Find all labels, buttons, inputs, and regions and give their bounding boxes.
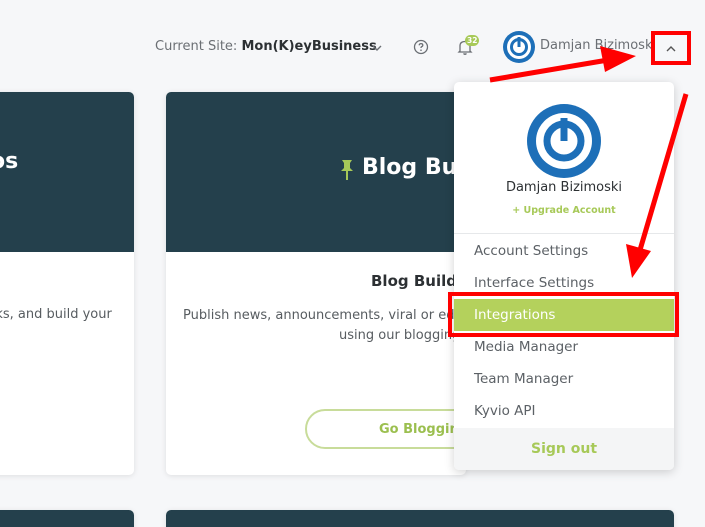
app-card-bottom-mid — [166, 510, 674, 527]
menu-item-account-settings[interactable]: Account Settings — [454, 235, 674, 267]
card-header: Blog Builder — [166, 92, 466, 252]
app-card-left: os rks, and build your — [0, 92, 134, 475]
app-card-bottom-left — [0, 510, 134, 527]
menu-item-team-manager[interactable]: Team Manager — [454, 363, 674, 395]
menu-item-kyvio-api[interactable]: Kyvio API — [454, 395, 674, 427]
go-blogging-button[interactable]: Go Blogging — [305, 409, 466, 449]
user-menu-toggle-button[interactable] — [651, 31, 691, 65]
card-header: os — [0, 92, 134, 252]
help-icon[interactable] — [413, 39, 429, 55]
user-name[interactable]: Damjan Bizimoski — [540, 38, 655, 53]
card-subtitle: Blog Builder — [371, 272, 466, 290]
card-header — [166, 510, 674, 527]
top-bar: Current Site: Mon(K)eyBusiness 32 Damjan… — [0, 0, 705, 92]
dropdown-user-name: Damjan Bizimoski — [505, 180, 623, 195]
go-blogging-label: Go Blogging — [379, 422, 466, 437]
card-title: os — [0, 149, 19, 174]
divider — [454, 233, 674, 234]
upgrade-account-link[interactable]: + Upgrade Account — [454, 205, 674, 216]
card-title: Blog Builder — [362, 155, 466, 180]
card-header — [0, 510, 134, 527]
blog-builder-card: Blog Builder Blog Builder Publish news, … — [166, 92, 466, 475]
avatar[interactable] — [503, 31, 535, 63]
user-dropdown-menu: Damjan Bizimoski + Upgrade Account Accou… — [454, 82, 674, 470]
current-site-selector[interactable]: Current Site: Mon(K)eyBusiness — [155, 39, 377, 54]
current-site-label: Current Site: — [155, 39, 238, 54]
card-description-line2: using our blogging — [339, 328, 461, 343]
notification-badge: 32 — [465, 35, 480, 46]
card-description-line1: Publish news, announcements, viral or ed… — [183, 308, 466, 323]
sign-out-button[interactable]: Sign out — [454, 428, 674, 470]
integrations-highlight-box — [448, 292, 679, 337]
card-description: rks, and build your — [0, 307, 112, 322]
current-site-value: Mon(K)eyBusiness — [241, 39, 377, 54]
avatar — [527, 104, 601, 178]
chevron-up-icon — [666, 46, 676, 52]
chevron-down-icon[interactable] — [372, 43, 382, 53]
